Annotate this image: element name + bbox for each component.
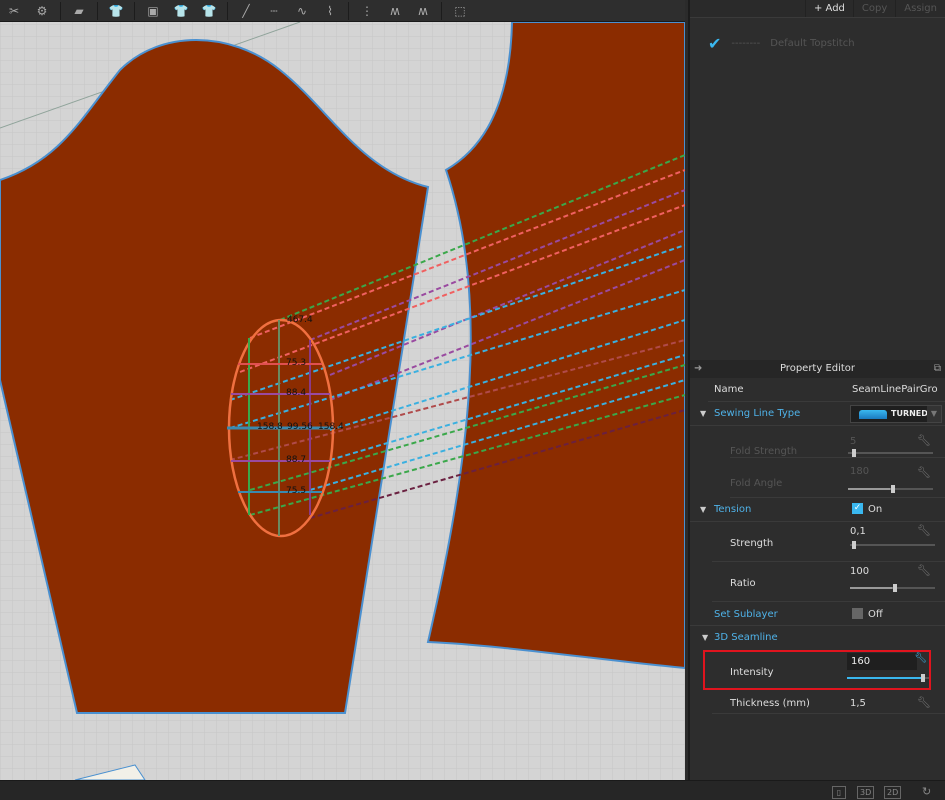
measurement-label: 99.56 bbox=[287, 422, 313, 432]
ratio-value[interactable]: 100 bbox=[850, 566, 869, 577]
view-2d-button[interactable]: 2D bbox=[884, 786, 902, 799]
slider-thumb[interactable] bbox=[920, 674, 925, 682]
pattern-tool-icon[interactable]: ✂ bbox=[2, 2, 26, 20]
tension-checkbox[interactable]: ✓ bbox=[852, 503, 863, 514]
measurement-label: 158.8 bbox=[257, 422, 283, 432]
slider-thumb[interactable] bbox=[892, 584, 897, 592]
measurement-label: 75.5 bbox=[286, 486, 306, 496]
strength-label: Strength bbox=[730, 538, 774, 549]
thickness-value[interactable]: 1,5 bbox=[850, 698, 866, 709]
wrench-icon[interactable]: 🔧︎ bbox=[917, 434, 931, 447]
seam-line-icon[interactable]: ┄ bbox=[262, 2, 286, 20]
ratio-slider[interactable] bbox=[850, 584, 935, 592]
curve-seam-icon[interactable]: ∿ bbox=[290, 2, 314, 20]
sublayer-checkbox[interactable] bbox=[852, 608, 863, 619]
slider-thumb[interactable] bbox=[890, 485, 895, 493]
strength-slider[interactable] bbox=[850, 541, 935, 549]
status-bar bbox=[0, 780, 945, 800]
intensity-slider[interactable] bbox=[847, 674, 929, 682]
wrench-icon[interactable]: 🔧︎ bbox=[917, 564, 931, 577]
wrench-icon[interactable]: 🔧︎ bbox=[914, 653, 927, 664]
sewing-seam-icon[interactable]: ⌇ bbox=[318, 2, 342, 20]
measurement-label: 75.3 bbox=[286, 358, 306, 368]
strength-value[interactable]: 0,1 bbox=[850, 526, 866, 537]
select-area-icon[interactable]: ⬚ bbox=[448, 2, 472, 20]
slider-thumb[interactable] bbox=[851, 541, 856, 549]
check-icon: ✔ bbox=[708, 33, 722, 53]
measurement-label: 88.4 bbox=[286, 388, 306, 398]
measurement-label: 467.4 bbox=[287, 315, 313, 325]
sewing-line-type-value: TURNED bbox=[891, 409, 928, 418]
toolbar: ✂ ⚙ ▰ 👕 ▣ 👕 👕 ╱ ┄ ∿ ⌇ ⋮ ʍ ʍ ⬚ bbox=[0, 0, 685, 22]
stitch-pattern-icon[interactable]: ʍ bbox=[411, 2, 435, 20]
intensity-label: Intensity bbox=[730, 667, 774, 678]
wrench-icon[interactable]: 🔧︎ bbox=[917, 524, 931, 537]
topstitch-list-item[interactable]: ✔ -------- Default Topstitch bbox=[690, 18, 945, 68]
pattern-canvas[interactable]: 467.4 75.3 88.4 158.8 99.56 158.4 88.7 7… bbox=[0, 21, 686, 781]
line-edit-icon[interactable]: ╱ bbox=[234, 2, 258, 20]
fold-strength-slider[interactable] bbox=[848, 449, 933, 457]
turned-seam-icon bbox=[859, 410, 887, 419]
iron-icon[interactable]: ▰ bbox=[67, 2, 91, 20]
assign-button[interactable]: Assign bbox=[895, 0, 945, 17]
3d-seamline-label[interactable]: 3D Seamline bbox=[714, 632, 778, 643]
measurement-label: 158.4 bbox=[318, 422, 344, 432]
fold-strength-label: Fold Strength bbox=[730, 446, 798, 457]
measurement-label: 88.7 bbox=[286, 455, 306, 465]
right-panel: + Add Copy Assign ✔ -------- Default Top… bbox=[688, 0, 945, 780]
slider-thumb[interactable] bbox=[852, 449, 857, 457]
garment-grid-icon[interactable]: 👕 bbox=[197, 2, 221, 20]
sewing-machine-icon[interactable]: ⚙ bbox=[30, 2, 54, 20]
fold-angle-value: 180 bbox=[850, 466, 870, 477]
pin-icon[interactable]: ➜ bbox=[694, 360, 702, 378]
thickness-label: Thickness (mm) bbox=[730, 698, 810, 709]
view-3d-button[interactable]: 3D bbox=[857, 786, 875, 799]
wrench-icon[interactable]: 🔧︎ bbox=[917, 466, 931, 479]
add-topstitch-button[interactable]: + Add bbox=[804, 0, 853, 17]
ratio-label: Ratio bbox=[730, 578, 756, 589]
intensity-row: Intensity 160 🔧︎ bbox=[703, 650, 931, 690]
vertical-stitch-icon[interactable]: ⋮ bbox=[355, 2, 379, 20]
wrench-icon[interactable]: 🔧︎ bbox=[917, 696, 931, 709]
name-value[interactable]: SeamLinePairGro bbox=[852, 384, 938, 395]
name-label: Name bbox=[714, 384, 744, 395]
fold-angle-slider[interactable] bbox=[848, 485, 933, 493]
panel-title: Property Editor bbox=[779, 363, 856, 374]
fold-strength-value: 5 bbox=[850, 436, 857, 447]
intensity-input[interactable]: 160 bbox=[847, 653, 917, 670]
tension-label[interactable]: Tension bbox=[714, 504, 751, 515]
refresh-icon[interactable]: ↻ bbox=[920, 786, 933, 799]
property-editor: ➜ Property Editor ⧉ Name SeamLinePairGro ▼ S… bbox=[690, 360, 945, 780]
sewing-line-type-select[interactable]: TURNED ▼ bbox=[850, 405, 942, 423]
topstitch-name: Default Topstitch bbox=[770, 37, 855, 49]
select-garment-icon[interactable]: 👕 bbox=[104, 2, 128, 20]
stitch-preview: -------- bbox=[731, 37, 761, 49]
sublayer-state: Off bbox=[868, 609, 883, 620]
popout-icon[interactable]: ⧉ bbox=[934, 360, 941, 378]
garment-pattern-icon[interactable]: 👕 bbox=[169, 2, 193, 20]
tension-state: On bbox=[868, 504, 883, 515]
set-sublayer-label[interactable]: Set Sublayer bbox=[714, 609, 778, 620]
chevron-down-icon[interactable]: ▼ bbox=[927, 406, 941, 422]
copy-button[interactable]: Copy bbox=[852, 0, 895, 17]
fold-angle-label: Fold Angle bbox=[730, 478, 783, 489]
split-view-icon[interactable]: ▯ bbox=[832, 786, 846, 799]
sewing-line-type-label[interactable]: Sewing Line Type bbox=[714, 408, 800, 419]
topstitch-icon[interactable]: ʍ bbox=[383, 2, 407, 20]
fabric-select-icon[interactable]: ▣ bbox=[141, 2, 165, 20]
